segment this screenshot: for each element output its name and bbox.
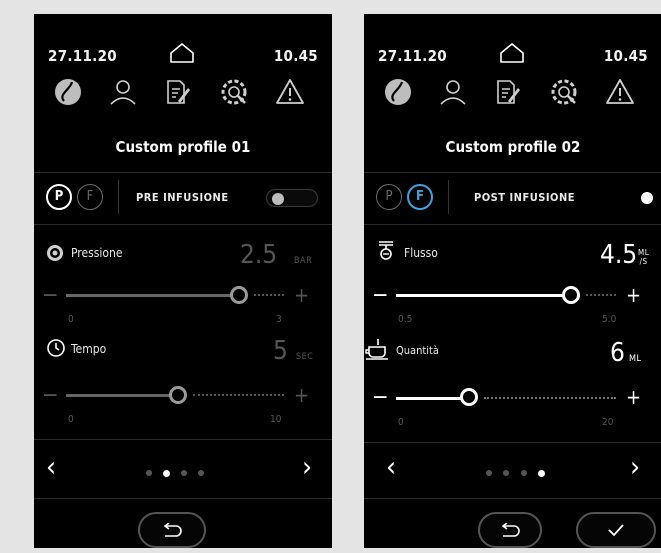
undo-icon: [501, 523, 520, 537]
chevron-right-icon[interactable]: ›: [630, 452, 640, 482]
home-icon[interactable]: [498, 42, 526, 68]
page-indicator: [146, 469, 216, 478]
param-unit: ML /S: [638, 248, 650, 266]
divider: [34, 439, 332, 440]
slider-knob[interactable]: [460, 388, 478, 406]
profile-title: Custom profile 02: [445, 138, 581, 156]
slider-track: [396, 397, 462, 400]
param-label: Flusso: [404, 246, 438, 260]
slider-knob[interactable]: [169, 386, 187, 404]
slider-remaining: [193, 394, 284, 396]
param-label: Tempo: [71, 342, 107, 356]
flow-icon: [376, 240, 396, 266]
decrease-button[interactable]: −: [372, 387, 389, 409]
confirm-button[interactable]: [576, 512, 656, 548]
infusion-mode-label: POST INFUSIONE: [474, 191, 576, 204]
slider-remaining: [586, 294, 616, 296]
slider-max: 5.0: [602, 314, 617, 325]
profile-title: Custom profile 01: [115, 138, 251, 156]
divider: [364, 224, 661, 225]
recipe-icon[interactable]: [162, 76, 192, 112]
param-unit: ML: [629, 354, 642, 364]
slider-track: [396, 294, 572, 297]
param-label: Pressione: [71, 246, 123, 260]
home-icon[interactable]: [168, 42, 196, 68]
top-nav: [34, 76, 332, 126]
param-value: 4.5: [600, 240, 638, 270]
gauge-icon: [46, 244, 64, 266]
divider: [364, 498, 661, 499]
param-label: Quantità: [396, 344, 439, 357]
recipe-icon[interactable]: [492, 76, 522, 112]
slider-track: [66, 294, 240, 297]
page-indicator: [486, 469, 556, 478]
warning-icon[interactable]: [604, 76, 636, 112]
chevron-left-icon[interactable]: ‹: [46, 452, 56, 482]
slider-knob[interactable]: [562, 286, 580, 304]
date-label: 27.11.20: [48, 47, 117, 65]
slider-remaining: [484, 397, 616, 399]
coffee-bean-icon[interactable]: [382, 76, 414, 112]
profile-screen-2: 27.11.20 10.45 Custom profile 02 P F POS…: [364, 14, 661, 548]
slider-knob[interactable]: [230, 286, 248, 304]
slider-track: [66, 394, 178, 397]
time-label: 10.45: [273, 47, 318, 65]
slider-min: 0: [68, 314, 74, 325]
undo-button[interactable]: [138, 512, 206, 548]
pressure-mode-badge[interactable]: P: [46, 184, 72, 210]
infusion-toggle[interactable]: [604, 189, 656, 207]
pressure-mode-badge[interactable]: P: [376, 184, 402, 210]
slider-max: 3: [276, 314, 282, 325]
param-value: 6: [610, 338, 625, 368]
divider: [364, 442, 661, 443]
settings-icon[interactable]: [548, 76, 580, 112]
decrease-button[interactable]: −: [42, 385, 59, 407]
settings-icon[interactable]: [218, 76, 250, 112]
infusion-toggle[interactable]: [266, 189, 318, 207]
increase-button[interactable]: +: [294, 385, 309, 405]
top-nav: [364, 76, 661, 126]
chevron-left-icon[interactable]: ‹: [386, 452, 396, 482]
param-value: 2.5: [240, 240, 278, 270]
date-label: 27.11.20: [378, 47, 447, 65]
slider-min: 0: [68, 414, 74, 425]
increase-button[interactable]: +: [294, 285, 309, 305]
user-icon[interactable]: [438, 76, 468, 112]
decrease-button[interactable]: −: [372, 285, 389, 307]
divider: [34, 224, 332, 225]
decrease-button[interactable]: −: [42, 285, 59, 307]
divider: [364, 172, 661, 173]
undo-icon: [163, 523, 182, 537]
cup-icon: [364, 338, 390, 364]
divider: [34, 498, 332, 499]
slider-min: 0: [398, 417, 404, 428]
slider-max: 20: [602, 417, 614, 428]
slider-max: 10: [270, 414, 282, 425]
timer-icon: [46, 338, 66, 362]
divider: [448, 180, 449, 214]
flow-mode-badge[interactable]: F: [407, 184, 433, 210]
undo-button[interactable]: [478, 512, 542, 548]
param-unit: BAR: [294, 256, 313, 266]
param-unit: SEC: [296, 352, 314, 362]
chevron-right-icon[interactable]: ›: [302, 452, 312, 482]
infusion-mode-label: PRE INFUSIONE: [136, 191, 229, 204]
divider: [34, 172, 332, 173]
slider-remaining: [254, 294, 284, 296]
warning-icon[interactable]: [274, 76, 306, 112]
profile-screen-1: 27.11.20 10.45 Custom profile 01 P F PRE…: [34, 14, 332, 548]
time-label: 10.45: [603, 47, 648, 65]
increase-button[interactable]: +: [626, 285, 641, 305]
check-icon: [608, 524, 624, 537]
increase-button[interactable]: +: [626, 387, 641, 407]
user-icon[interactable]: [108, 76, 138, 112]
param-value: 5: [273, 336, 288, 366]
slider-min: 0.5: [398, 314, 413, 325]
flow-mode-badge[interactable]: F: [77, 184, 103, 210]
divider: [118, 180, 119, 214]
coffee-bean-icon[interactable]: [52, 76, 84, 112]
